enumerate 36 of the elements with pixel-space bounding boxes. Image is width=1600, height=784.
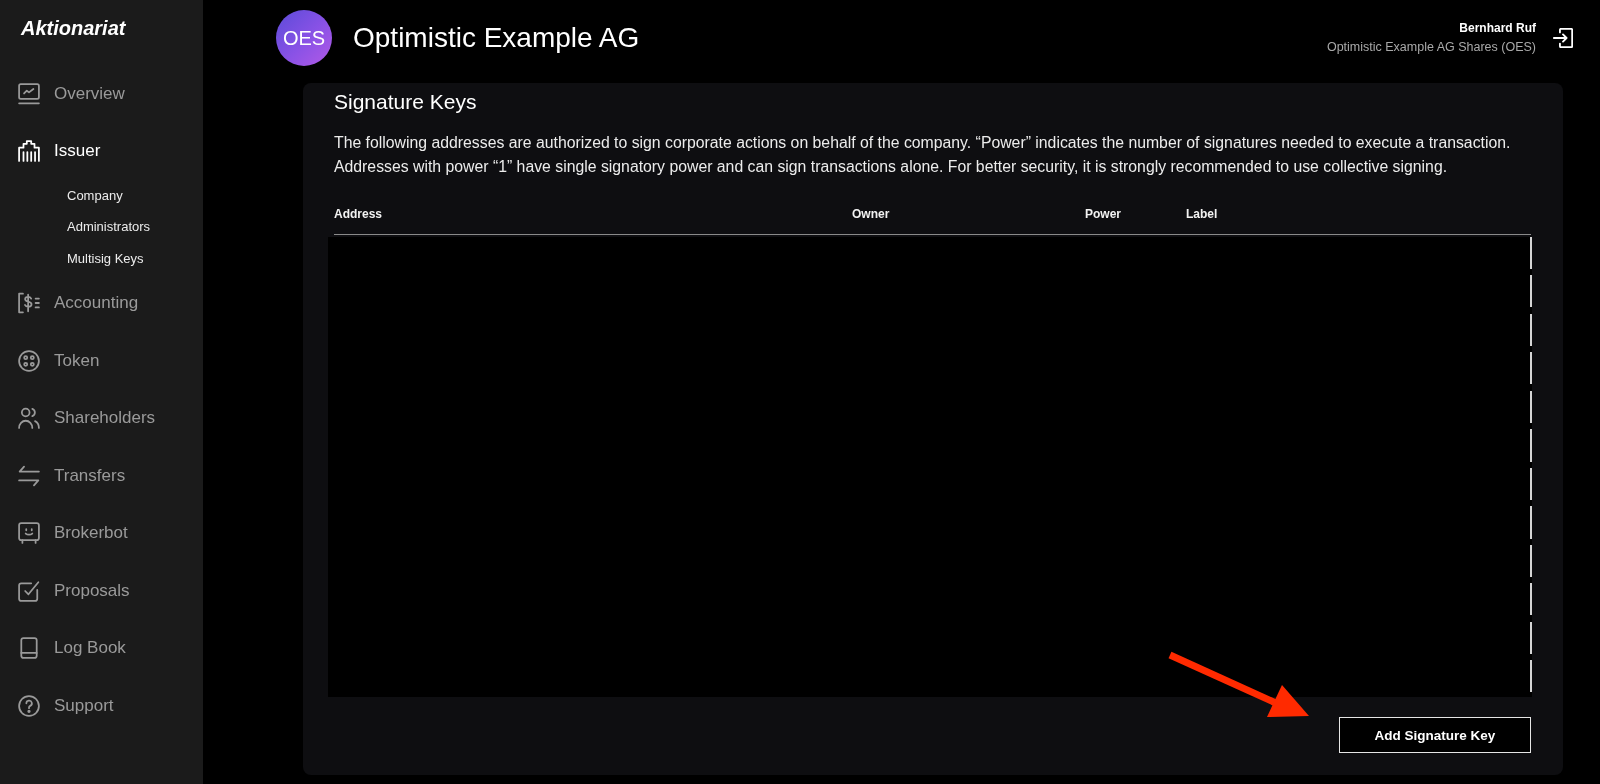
- nav-item[interactable]: Support: [18, 694, 114, 717]
- add-signature-key-button[interactable]: Add Signature Key: [1339, 717, 1531, 753]
- section-title: Signature Keys: [334, 89, 477, 115]
- building-icon: [18, 140, 40, 163]
- nav-item[interactable]: Token: [18, 349, 100, 372]
- smiley-screen-icon: [18, 522, 40, 545]
- column-header: Power: [1085, 206, 1121, 222]
- token-circle-icon: [18, 349, 40, 372]
- column-header: Address: [334, 206, 383, 222]
- book-icon: [18, 637, 40, 660]
- account-name: Optimistic Example AG Shares (OES): [1326, 40, 1536, 55]
- nav-item[interactable]: Shareholders: [18, 407, 156, 430]
- nav-item[interactable]: Proposals: [18, 579, 130, 602]
- monitor-chart-icon: [18, 82, 40, 105]
- dollar-bracket-icon: [18, 292, 40, 315]
- nav-subitem[interactable]: Multisig Keys: [67, 250, 144, 267]
- brand-logo: Aktionariat: [21, 16, 126, 40]
- nav-item[interactable]: Log Book: [18, 637, 126, 660]
- nav-subitem[interactable]: Administrators: [67, 219, 151, 236]
- help-icon: [18, 694, 40, 717]
- nav-subitem[interactable]: Company: [67, 187, 123, 204]
- company-title: Optimistic Example AG: [353, 21, 640, 55]
- description-text: The following addresses are authorized to sign corporate actions on behalf of the company. “Power” indicates the number of signatures needed to execute a transaction. Addresses with power “1” have single signatory power and can sign transactions alone. For better security, it is strongly recommended to use collective signing.: [334, 133, 1512, 177]
- nav-item[interactable]: Brokerbot: [18, 522, 128, 545]
- swap-arrows-icon: [18, 464, 40, 487]
- nav-item[interactable]: Issuer: [18, 140, 101, 163]
- users-icon: [18, 407, 40, 430]
- logout-icon[interactable]: [1553, 28, 1573, 48]
- nav-item[interactable]: Accounting: [18, 292, 139, 315]
- checkbox-icon: [18, 579, 40, 602]
- column-header: Owner: [852, 206, 890, 222]
- column-header: Label: [1186, 206, 1218, 222]
- nav-item[interactable]: Transfers: [18, 464, 126, 487]
- company-avatar: OES: [276, 10, 332, 66]
- user-name: Bernhard Ruf: [1459, 21, 1536, 36]
- nav-item[interactable]: Overview: [18, 82, 125, 105]
